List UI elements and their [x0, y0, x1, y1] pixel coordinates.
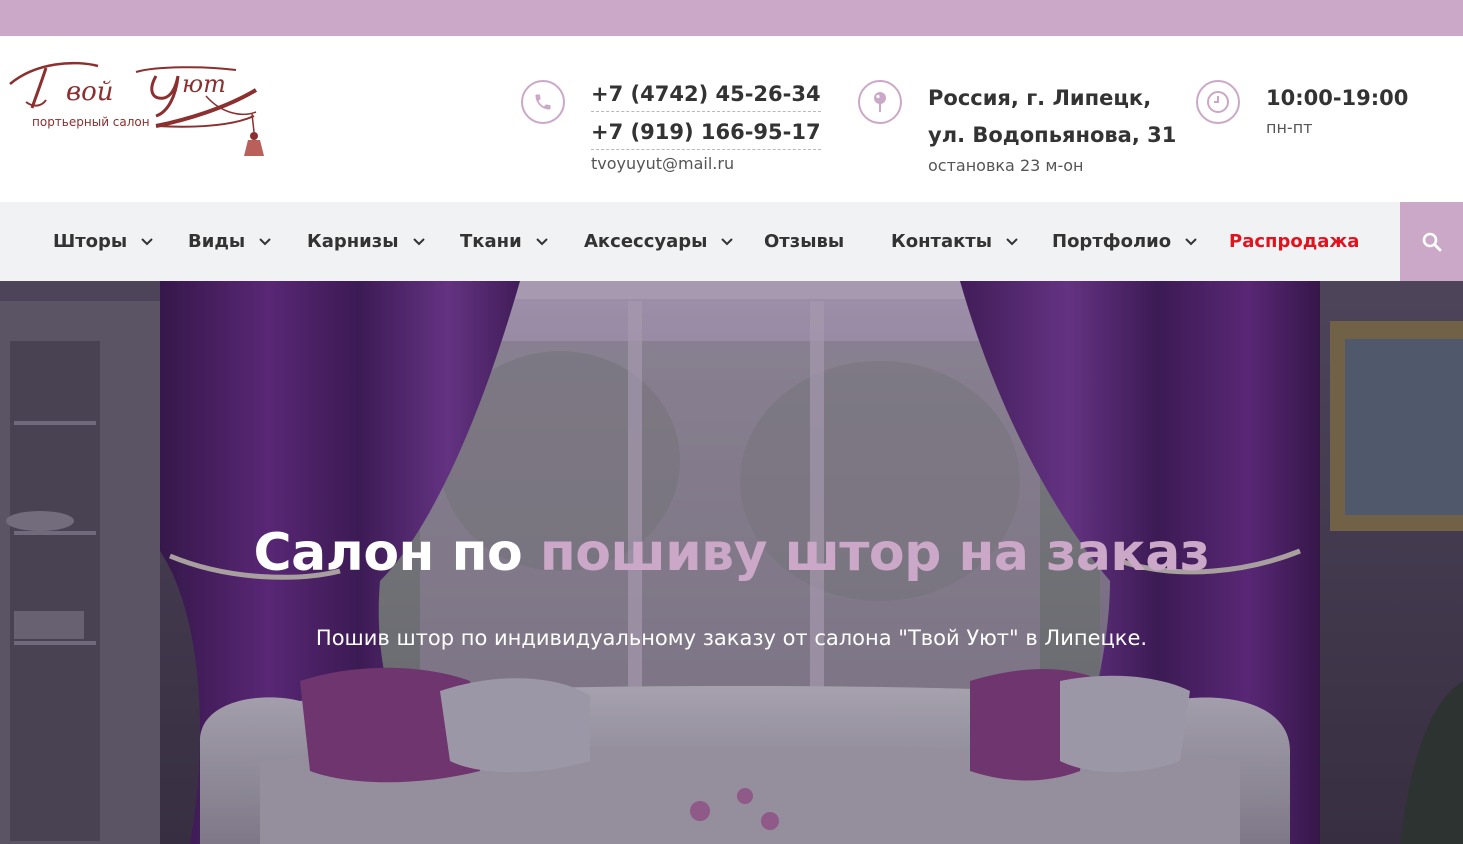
hero-subtitle: Пошив штор по индивидуальному заказу от …	[315, 626, 1148, 650]
nav-item-label: Контакты	[891, 231, 993, 252]
address-note: остановка 23 м-он	[928, 156, 1084, 175]
search-button[interactable]	[1400, 202, 1463, 281]
nav-item-contacts[interactable]: Контакты	[891, 202, 1018, 281]
chevron-down-icon	[721, 237, 734, 246]
phone-link-1[interactable]: +7 (4742) 45-26-34	[591, 80, 821, 112]
main-nav: Шторы Виды Карнизы Ткани Аксессуары Отзы…	[0, 202, 1463, 281]
nav-item-curtains[interactable]: Шторы	[53, 202, 153, 281]
nav-item-reviews[interactable]: Отзывы	[764, 202, 844, 281]
nav-item-label: Распродажа	[1229, 231, 1360, 252]
nav-item-label: Карнизы	[307, 231, 399, 252]
logo-tagline-art: портьерный салон	[32, 115, 150, 129]
email-link[interactable]: tvoyuyut@mail.ru	[591, 153, 821, 175]
top-accent-bar	[0, 0, 1463, 36]
nav-item-label: Портфолио	[1052, 231, 1172, 252]
nav-item-accessories[interactable]: Аксессуары	[584, 202, 734, 281]
logo-image: вой ют портьерный салон	[9, 61, 264, 156]
nav-item-cornices[interactable]: Карнизы	[307, 202, 425, 281]
map-pin-icon	[858, 80, 902, 124]
contacts-block: +7 (4742) 45-26-34 +7 (919) 166-95-17 tv…	[521, 80, 821, 190]
address-line-2: ул. Водопьянова, 31	[928, 123, 1177, 147]
hero-title: Салон по пошиву штор на заказ	[0, 521, 1463, 585]
address-text: Россия, г. Липецк, ул. Водопьянова, 31 о…	[928, 80, 1176, 177]
nav-item-label: Ткани	[460, 231, 522, 252]
hero-banner: Салон по пошиву штор на заказ Пошив штор…	[0, 281, 1463, 844]
contacts-text: +7 (4742) 45-26-34 +7 (919) 166-95-17 tv…	[591, 80, 821, 175]
chevron-down-icon	[1006, 237, 1018, 246]
chevron-down-icon	[1185, 237, 1197, 246]
nav-item-label: Шторы	[53, 231, 128, 252]
header: вой ют портьерный салон +7 (4742) 45-26-…	[0, 36, 1463, 202]
address-line-1: Россия, г. Липецк,	[928, 86, 1152, 110]
chevron-down-icon	[259, 237, 271, 246]
svg-text:ют: ют	[182, 70, 226, 98]
hero-title-plain: Салон по	[253, 523, 540, 583]
nav-item-sale[interactable]: Распродажа	[1229, 202, 1359, 281]
hours-block: 10:00-19:00 пн-пт	[1196, 80, 1426, 160]
nav-item-label: Аксессуары	[584, 231, 708, 252]
hours-text: 10:00-19:00 пн-пт	[1266, 80, 1408, 139]
clock-icon	[1196, 80, 1240, 124]
search-icon	[1422, 232, 1441, 251]
nav-item-fabrics[interactable]: Ткани	[460, 202, 548, 281]
address-block: Россия, г. Липецк, ул. Водопьянова, 31 о…	[858, 80, 1178, 190]
svg-text:вой: вой	[66, 77, 114, 107]
hours-time: 10:00-19:00	[1266, 86, 1409, 110]
hero-title-accent: пошиву штор на заказ	[539, 523, 1210, 583]
nav-item-portfolio[interactable]: Портфолио	[1052, 202, 1197, 281]
nav-item-label: Виды	[188, 231, 246, 252]
nav-item-label: Отзывы	[764, 231, 845, 252]
chevron-down-icon	[535, 237, 548, 246]
phone-icon	[521, 80, 565, 124]
site-logo[interactable]: вой ют портьерный салон	[6, 56, 270, 166]
chevron-down-icon	[412, 237, 425, 246]
chevron-down-icon	[141, 237, 153, 246]
phone-link-2[interactable]: +7 (919) 166-95-17	[591, 118, 821, 150]
hours-days: пн-пт	[1266, 118, 1313, 137]
nav-item-types[interactable]: Виды	[188, 202, 271, 281]
